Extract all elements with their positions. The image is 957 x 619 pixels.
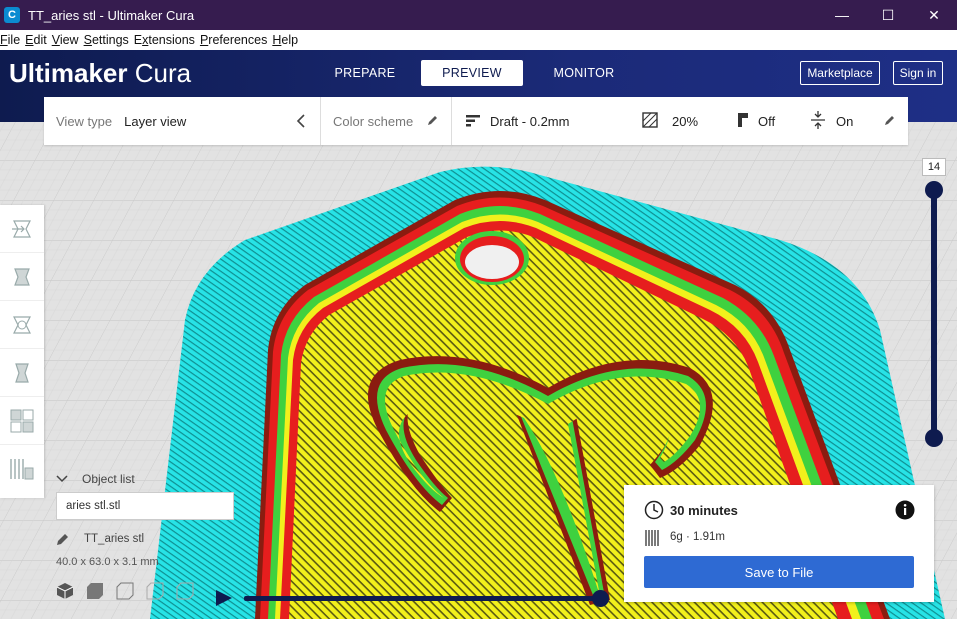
layer-path-slider-handle[interactable] [592, 590, 609, 607]
move-icon [12, 219, 31, 238]
menu-help[interactable]: Help [272, 33, 301, 47]
top-view-icon[interactable] [116, 582, 134, 600]
view-type-value: Layer view [124, 113, 187, 129]
object-list-panel: Object list aries stl.stl TT_aries stl 4… [56, 472, 256, 600]
clock-icon [644, 500, 664, 520]
window-title: TT_aries stl - Ultimaker Cura [28, 7, 195, 23]
adhesion-value: On [836, 114, 854, 129]
view-toolbar: View type Layer view Color scheme Draft … [44, 97, 908, 145]
infill-icon [642, 112, 658, 128]
chevron-left-icon [296, 114, 305, 128]
left-view-icon[interactable] [146, 582, 164, 600]
marketplace-button[interactable]: Marketplace [800, 61, 880, 85]
layer-slider-top-handle[interactable] [925, 181, 943, 199]
adhesion-icon [811, 111, 825, 129]
sign-in-button[interactable]: Sign in [893, 61, 943, 85]
menu-settings[interactable]: Settings [84, 33, 132, 47]
mirror-icon [15, 362, 29, 383]
support-blocker-button[interactable] [0, 445, 44, 493]
info-icon[interactable] [895, 500, 915, 520]
scale-icon [14, 267, 30, 286]
menu-file[interactable]: File [0, 33, 23, 47]
pencil-icon[interactable] [56, 532, 70, 546]
menu-extensions[interactable]: Extensions [134, 33, 198, 47]
menu-bar: File Edit View Settings Extensions Prefe… [0, 30, 957, 50]
support-blocker-icon [10, 459, 34, 480]
pencil-icon [428, 116, 437, 125]
cura-app-icon: C [4, 7, 20, 23]
color-scheme-label: Color scheme [333, 113, 414, 129]
color-scheme-selector[interactable]: Color scheme [321, 97, 451, 145]
view-type-selector[interactable]: View type Layer view [44, 97, 320, 145]
support-icon [738, 113, 748, 127]
layer-path-slider-track[interactable] [244, 596, 600, 601]
play-icon[interactable] [214, 588, 234, 608]
per-model-settings-icon [10, 409, 34, 432]
tool-panel [0, 205, 44, 498]
per-model-settings-button[interactable] [0, 397, 44, 445]
print-info-panel: 30 minutes 6g · 1.91m Save to File [624, 485, 934, 602]
profile-value: Draft - 0.2mm [490, 113, 570, 129]
move-tool-button[interactable] [0, 205, 44, 253]
save-to-file-button[interactable]: Save to File [644, 556, 914, 588]
object-list-title: Object list [82, 472, 135, 486]
print-settings-selector[interactable]: Draft - 0.2mm 20% Off On [452, 97, 908, 145]
3d-view-icon[interactable] [56, 582, 74, 600]
material-spool-icon [645, 530, 659, 546]
print-time: 30 minutes [670, 503, 738, 518]
material-usage: 6g · 1.91m [670, 531, 725, 543]
close-button[interactable]: ✕ [911, 0, 957, 30]
chevron-down-icon[interactable] [56, 474, 68, 484]
scale-tool-button[interactable] [0, 253, 44, 301]
support-value: Off [758, 114, 776, 129]
mirror-tool-button[interactable] [0, 349, 44, 397]
right-view-icon[interactable] [176, 582, 194, 600]
rotate-tool-button[interactable] [0, 301, 44, 349]
layer-slider-track[interactable] [931, 188, 937, 438]
layer-number[interactable]: 14 [922, 158, 946, 176]
title-bar: C TT_aries stl - Ultimaker Cura — ☐ ✕ [0, 0, 957, 30]
tab-prepare[interactable]: PREPARE [322, 60, 408, 86]
menu-edit[interactable]: Edit [25, 33, 50, 47]
object-name: TT_aries stl [84, 533, 145, 545]
profile-icon [466, 115, 480, 127]
tab-preview[interactable]: PREVIEW [421, 60, 523, 86]
infill-value: 20% [672, 114, 699, 129]
menu-preferences[interactable]: Preferences [200, 33, 270, 47]
front-view-icon[interactable] [86, 582, 104, 600]
minimize-button[interactable]: — [819, 0, 865, 30]
object-list-item[interactable]: aries stl.stl [56, 492, 234, 520]
menu-view[interactable]: View [52, 33, 82, 47]
object-dimensions: 40.0 x 63.0 x 3.1 mm [56, 556, 159, 568]
rotate-icon [13, 315, 31, 334]
tab-monitor[interactable]: MONITOR [540, 60, 628, 86]
view-type-label: View type [56, 113, 113, 129]
layer-slider[interactable]: 14 [922, 158, 946, 448]
layer-slider-bottom-handle[interactable] [925, 429, 943, 447]
edit-settings-pencil-icon[interactable] [884, 114, 896, 126]
ultimaker-cura-logo: Ultimaker Cura [9, 58, 192, 88]
maximize-button[interactable]: ☐ [865, 0, 911, 30]
